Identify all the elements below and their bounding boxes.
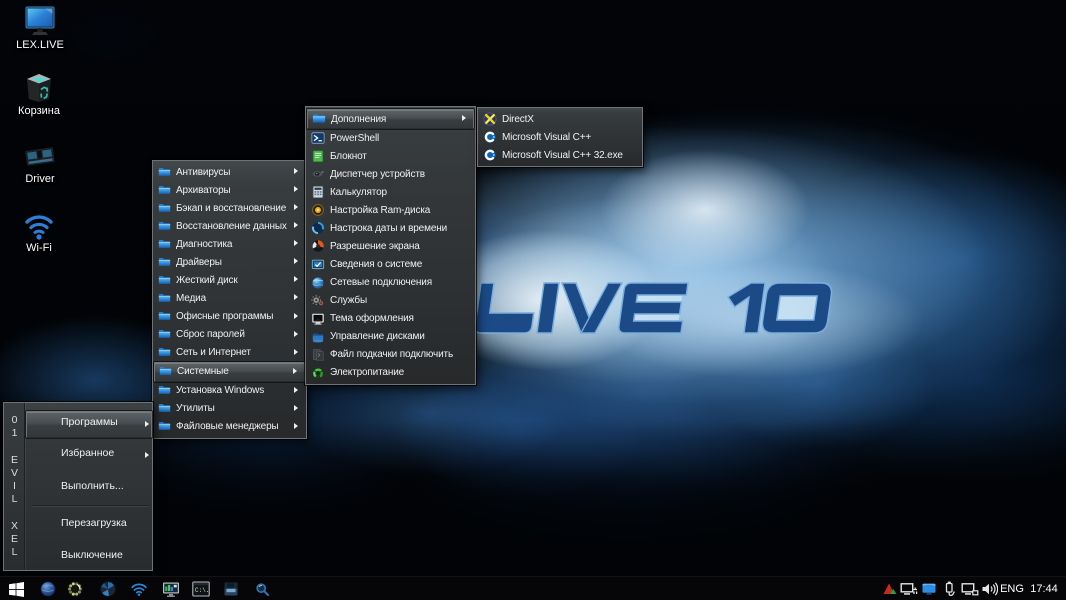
svg-text:C:\.: C:\. — [195, 587, 209, 594]
